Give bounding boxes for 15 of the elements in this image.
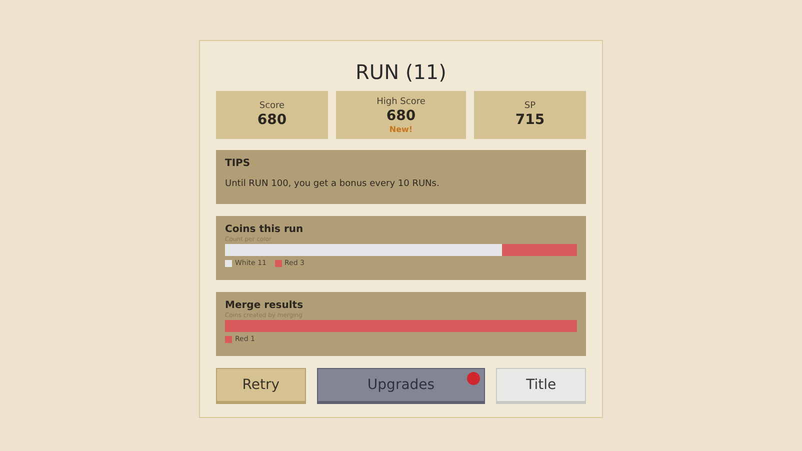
stat-label: Score (259, 101, 285, 112)
stat-value: 715 (515, 112, 545, 129)
stat-label: SP (524, 101, 536, 112)
chart-title: Coins this run (225, 224, 304, 236)
chart-title: Merge results (225, 300, 304, 312)
upgrades-button[interactable]: Upgrades (316, 368, 486, 404)
retry-button[interactable]: Retry (216, 368, 306, 404)
stat-label: High Score (376, 96, 426, 108)
tips-title: TIPS (225, 158, 252, 170)
tips-text: Until RUN 100, you get a bonus every 10 RUNs. (225, 179, 440, 190)
stat-value: 680 (386, 108, 416, 124)
title-button[interactable]: Title (496, 368, 586, 404)
new-record-label: New! (389, 124, 413, 134)
run-title: RUN (11) (354, 59, 448, 86)
stat-value: 680 (257, 112, 287, 129)
